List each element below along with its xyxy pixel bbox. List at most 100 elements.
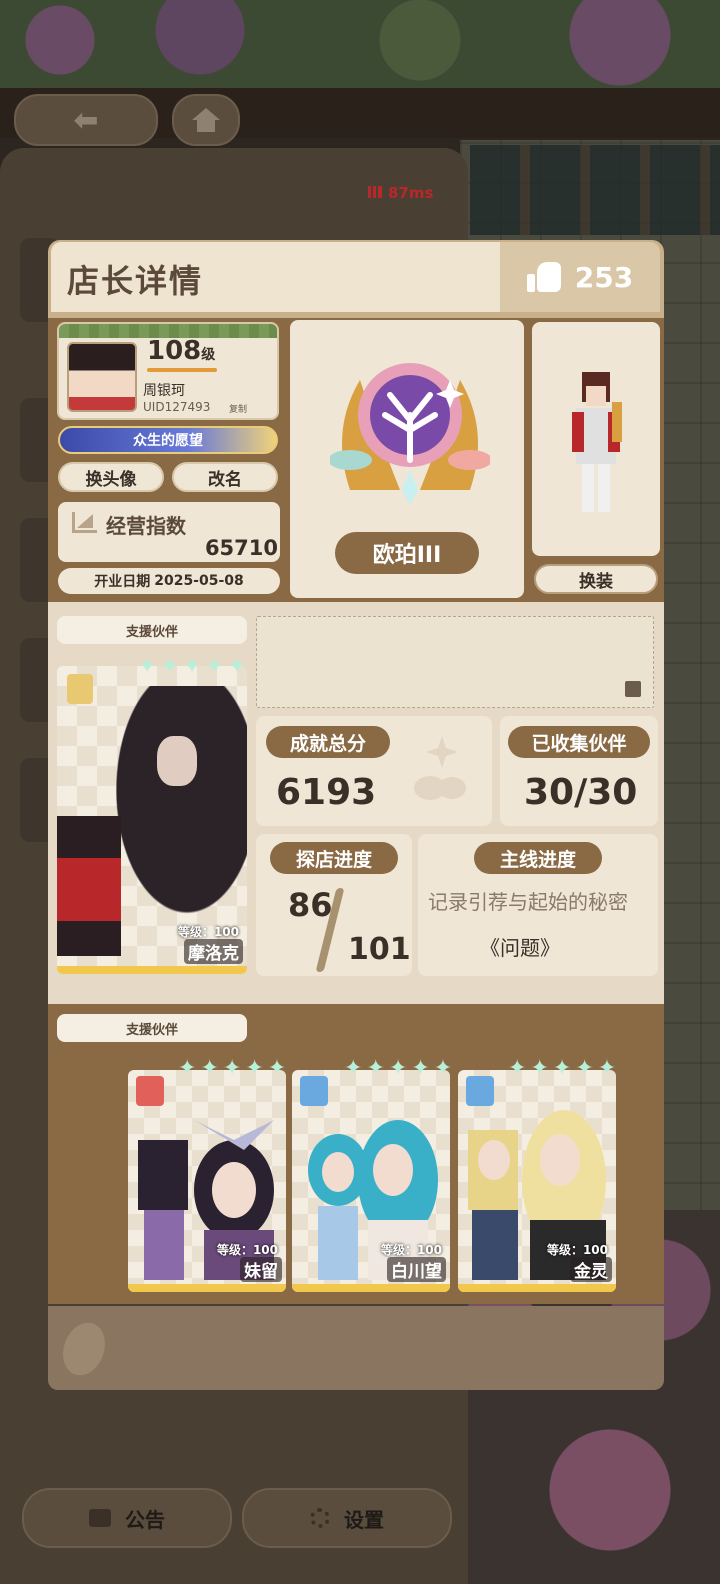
change-avatar-button[interactable]: 换头像	[58, 462, 164, 492]
collected-value: 30/30	[524, 772, 638, 813]
explore-label: 探店进度	[270, 842, 398, 874]
partner-name: 白川望	[387, 1257, 446, 1282]
star-icon: ✦	[178, 1056, 197, 1081]
stats-section: 支援伙伴 等级：100 摩洛克 ✦ ✦ ✦ ✦ ✦ 成就总分 6193 已收集伙…	[48, 602, 664, 1004]
explore-total: 101	[348, 932, 411, 967]
achievement-label: 成就总分	[266, 726, 390, 758]
rarity-bar	[458, 1284, 616, 1292]
star-icon: ✦	[366, 1056, 385, 1081]
rename-button[interactable]: 改名	[172, 462, 278, 492]
collected-label: 已收集伙伴	[508, 726, 650, 758]
signature-memo[interactable]	[256, 616, 654, 708]
edit-icon[interactable]	[625, 681, 641, 697]
notice-button[interactable]: 公告	[22, 1488, 232, 1548]
partner-type-icon	[67, 674, 93, 704]
support-partner-tag: 支援伙伴	[57, 616, 247, 644]
star-rating: ✦ ✦ ✦ ✦ ✦	[138, 654, 246, 679]
back-button[interactable]: ⬅	[14, 94, 158, 146]
manager-detail-card: 店长详情 253 108级 周银珂 UID127493 复制 众生的愿望 换头像…	[48, 240, 664, 1004]
settings-label: 设置	[344, 1507, 384, 1532]
star-icon: ✦	[411, 1056, 430, 1081]
partner-level: 等级：100	[380, 1243, 442, 1257]
star-icon: ✦	[508, 1056, 527, 1081]
notice-label: 公告	[125, 1507, 165, 1532]
character-preview	[532, 322, 660, 556]
partner-name: 妹留	[240, 1257, 282, 1282]
network-latency: 87ms	[368, 184, 433, 202]
copy-uid-button[interactable]: 复制	[229, 402, 247, 415]
partner-level: 等级：100	[216, 1243, 278, 1257]
like-count: 253	[574, 260, 634, 294]
thumbs-up-icon	[526, 262, 561, 292]
home-icon	[192, 108, 220, 132]
star-icon: ✦	[552, 1056, 572, 1081]
business-index-label: 经营指数	[106, 514, 186, 538]
change-outfit-button[interactable]: 换装	[534, 564, 658, 594]
like-button[interactable]: 253	[500, 242, 660, 312]
profile-box: 108级 周银珂 UID127493 复制	[57, 322, 279, 420]
star-icon: ✦	[597, 1056, 617, 1081]
level-bar	[147, 368, 217, 372]
mainline-subtitle: 《问题》	[480, 936, 560, 960]
partner-level: 等级：100	[177, 925, 239, 939]
star-icon: ✦	[138, 654, 157, 679]
open-date-label: 开业日期	[94, 574, 151, 590]
mainline-chapter: 记录引荐与起始的秘密	[428, 890, 628, 914]
support-partners-panel: 支援伙伴 等级：100 妹留 ✦ ✦ ✦ ✦ ✦ 等级：100 白川望 ✦ ✦ ✦ ✦ ✦	[48, 1004, 664, 1304]
player-level: 108级	[147, 336, 215, 366]
partner-card[interactable]: 等级：100 金灵	[458, 1070, 616, 1292]
coffee-bean-icon	[414, 736, 466, 800]
star-rating: ✦ ✦ ✦ ✦ ✦	[508, 1056, 616, 1081]
star-icon: ✦	[245, 1056, 264, 1081]
star-icon: ✦	[205, 654, 224, 679]
star-icon: ✦	[344, 1056, 363, 1081]
star-icon: ✦	[182, 654, 202, 679]
mainline-label: 主线进度	[474, 842, 602, 874]
page-title: 店长详情	[67, 262, 204, 300]
star-icon: ✦	[160, 654, 179, 679]
level-number: 108	[147, 336, 202, 366]
main-support-partner-card[interactable]: 等级：100 摩洛克	[57, 666, 247, 974]
partner-name: 金灵	[570, 1257, 612, 1282]
star-icon: ✦	[433, 1056, 453, 1081]
star-rating: ✦ ✦ ✦ ✦ ✦	[344, 1056, 452, 1081]
partner-face	[157, 736, 197, 786]
explore-progress-box: 探店进度 86 101	[256, 834, 412, 976]
star-icon: ✦	[200, 1056, 219, 1081]
partner-name: 摩洛克	[184, 939, 243, 964]
back-arrow-icon: ⬅	[73, 102, 99, 138]
rarity-bar	[128, 1284, 286, 1292]
rank-name: 欧珀III	[335, 532, 479, 574]
rank-box[interactable]: 欧珀III	[290, 320, 524, 598]
title-badge[interactable]: 众生的愿望	[58, 426, 278, 454]
open-date-value: 2025-05-08	[154, 573, 244, 589]
partner-level: 等级：100	[546, 1243, 608, 1257]
latency-text: 87ms	[388, 184, 434, 202]
briefcase-icon	[89, 1509, 111, 1527]
player-uid: UID127493	[143, 400, 211, 414]
partner-card[interactable]: 等级：100 妹留	[128, 1070, 286, 1292]
settings-button[interactable]: 设置	[242, 1488, 452, 1548]
coffee-bean-icon	[55, 1316, 113, 1382]
rarity-bar	[57, 966, 247, 974]
star-icon: ✦	[227, 654, 247, 679]
home-button[interactable]	[172, 94, 240, 146]
business-index-value: 65710	[204, 536, 278, 560]
chart-icon	[72, 512, 97, 533]
shop-windows	[470, 145, 720, 235]
gear-icon	[310, 1508, 330, 1528]
level-suffix: 级	[201, 347, 216, 363]
avatar[interactable]	[67, 342, 137, 412]
empty-showcase-panel	[48, 1306, 664, 1390]
player-name: 周银珂	[143, 383, 185, 399]
mainline-progress-box[interactable]: 主线进度 记录引荐与起始的秘密 《问题》	[418, 834, 658, 976]
star-rating: ✦ ✦ ✦ ✦ ✦	[178, 1056, 286, 1081]
title-bar: 店长详情	[51, 242, 501, 312]
signal-icon	[368, 186, 382, 198]
rarity-bar	[292, 1284, 450, 1292]
star-icon: ✦	[575, 1056, 594, 1081]
business-index-box: 经营指数 65710	[58, 502, 280, 562]
collected-partners-box: 已收集伙伴 30/30	[500, 716, 658, 826]
explore-current: 86	[288, 886, 333, 924]
partner-card[interactable]: 等级：100 白川望	[292, 1070, 450, 1292]
